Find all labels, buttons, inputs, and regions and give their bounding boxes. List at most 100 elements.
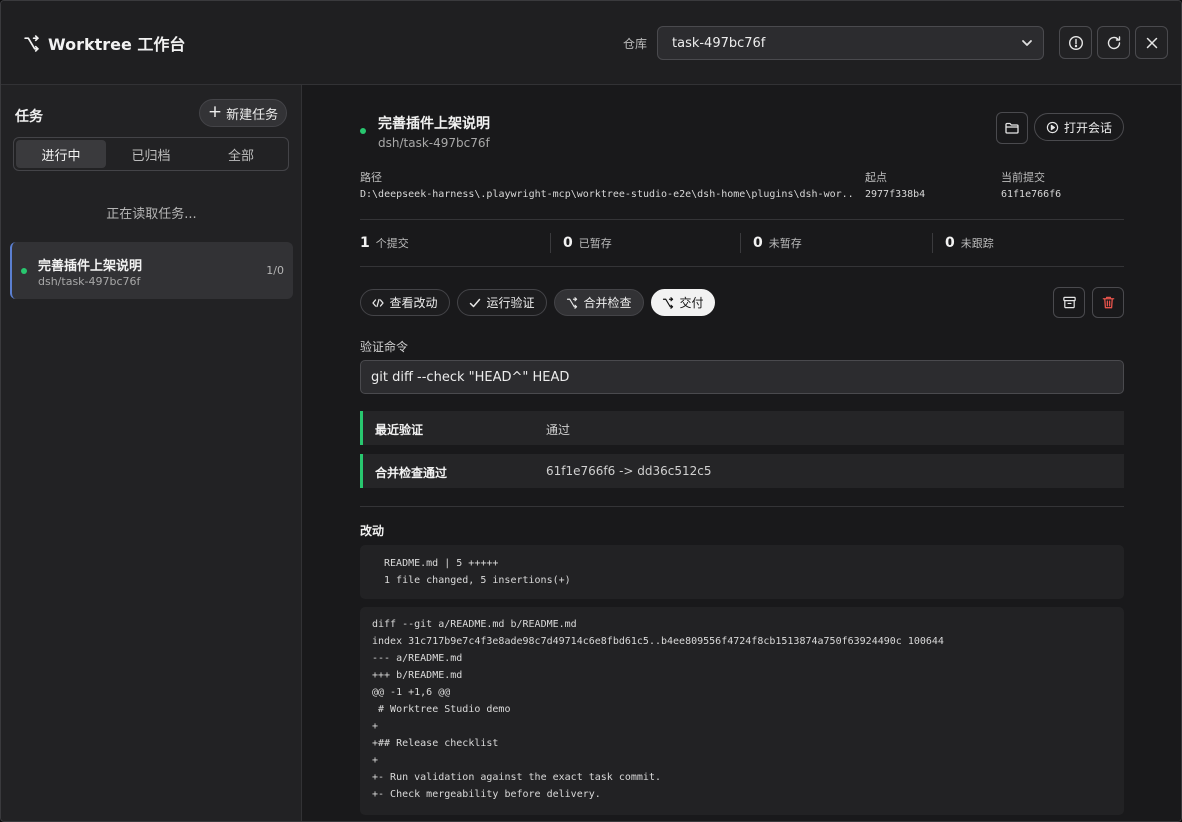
new-task-label: 新建任务 xyxy=(226,107,279,123)
origin-value: 2977f338b4 xyxy=(865,189,926,200)
diff-line: +- Run validation against the exact task… xyxy=(372,772,661,783)
diff-line: --- a/README.md xyxy=(372,653,463,664)
tab-all[interactable]: 全部 xyxy=(196,140,286,168)
plus-icon: + xyxy=(207,101,223,122)
diff-line: +++ b/README.md xyxy=(372,670,463,681)
play-circle-icon xyxy=(1046,121,1059,133)
last-validation-row: 最近验证 通过 xyxy=(360,411,1124,445)
diff-stat-box: README.md | 5 +++++ 1 file changed, 5 in… xyxy=(360,545,1124,599)
view-changes-button[interactable]: 查看改动 xyxy=(360,289,450,316)
task-filter-tabs: 进行中 已归档 全部 xyxy=(13,137,289,171)
stat-separator xyxy=(932,233,933,253)
code-icon xyxy=(372,298,385,307)
run-validation-label: 运行验证 xyxy=(486,296,535,310)
folder-icon xyxy=(1005,122,1019,134)
task-list-item[interactable]: 完善插件上架说明 dsh/task-497bc76f 1/0 xyxy=(10,242,293,299)
stat-untracked: 0 未跟踪 xyxy=(945,235,994,255)
stat-label: 未跟踪 xyxy=(960,237,994,250)
close-icon xyxy=(1146,37,1157,48)
stat-label: 已暂存 xyxy=(578,237,612,250)
refresh-icon xyxy=(1107,35,1120,49)
refresh-button[interactable] xyxy=(1097,26,1130,59)
chevron-down-icon xyxy=(1022,40,1032,46)
stat-label: 未暂存 xyxy=(768,237,802,250)
diff-line: + xyxy=(372,721,379,732)
sidebar-title: 任务 xyxy=(15,109,43,125)
task-item-branch: dsh/task-497bc76f xyxy=(38,275,141,288)
merge-check-row: 合并检查通过 61f1e766f6 -> dd36c512c5 xyxy=(360,454,1124,488)
merge-check-label: 合并检查 xyxy=(583,296,632,310)
new-task-button[interactable]: + 新建任务 xyxy=(199,99,287,127)
branch-icon xyxy=(567,296,578,309)
validation-command-label: 验证命令 xyxy=(360,340,409,354)
path-value: D:\deepseek-harness\.playwright-mcp\work… xyxy=(360,189,852,200)
path-label: 路径 xyxy=(360,171,382,184)
tab-in-progress[interactable]: 进行中 xyxy=(16,140,106,168)
stat-number: 0 xyxy=(945,235,955,251)
open-session-button[interactable]: 打开会话 xyxy=(1034,113,1124,141)
result-value: 61f1e766f6 -> dd36c512c5 xyxy=(546,464,712,478)
deliver-button[interactable]: 交付 xyxy=(651,289,715,316)
task-detail-panel: 完善插件上架说明 dsh/task-497bc76f 打开会话 路径 D:\de… xyxy=(302,85,1181,821)
close-button[interactable] xyxy=(1135,26,1168,59)
loading-text: 正在读取任务... xyxy=(106,207,197,222)
open-session-label: 打开会话 xyxy=(1063,120,1112,135)
current-commit-value: 61f1e766f6 xyxy=(1001,189,1062,200)
status-dot xyxy=(360,128,366,134)
repo-label: 仓库 xyxy=(623,37,648,51)
stat-label: 个提交 xyxy=(375,237,409,250)
repo-select-value: task-497bc76f xyxy=(672,35,766,51)
diff-line: diff --git a/README.md b/README.md xyxy=(372,619,577,630)
archive-icon xyxy=(1062,296,1076,309)
validation-command-input[interactable]: git diff --check "HEAD^" HEAD xyxy=(360,360,1124,394)
repo-select[interactable]: task-497bc76f xyxy=(657,26,1044,60)
run-validation-button[interactable]: 运行验证 xyxy=(457,289,547,316)
diff-line: index 31c717b9e7c4f3e8ade98c7d49714c6e8f… xyxy=(372,636,944,647)
stat-number: 0 xyxy=(753,235,763,251)
divider xyxy=(360,506,1124,507)
app-title: Worktree 工作台 xyxy=(48,35,186,54)
open-folder-button[interactable] xyxy=(996,112,1028,144)
stat-separator xyxy=(740,233,741,253)
result-value: 通过 xyxy=(546,423,571,437)
app-header: Worktree 工作台 仓库 task-497bc76f xyxy=(1,1,1181,85)
divider xyxy=(360,266,1124,267)
task-branch: dsh/task-497bc76f xyxy=(378,136,490,150)
diff-line: # Worktree Studio demo xyxy=(372,704,511,715)
stat-staged: 0 已暂存 xyxy=(563,235,612,255)
tab-archived[interactable]: 已归档 xyxy=(106,140,196,168)
stat-commits: 1 个提交 xyxy=(360,235,409,255)
task-item-count: 1/0 xyxy=(266,264,284,277)
divider xyxy=(360,219,1124,220)
stat-number: 1 xyxy=(360,235,370,251)
result-key: 合并检查通过 xyxy=(375,466,448,480)
worktree-studio-window: Worktree 工作台 仓库 task-497bc76f 任务 + 新建任务 … xyxy=(0,0,1182,822)
diff-stat-line: 1 file changed, 5 insertions(+) xyxy=(378,575,571,586)
diff-box: diff --git a/README.md b/README.md index… xyxy=(360,607,1124,815)
status-dot xyxy=(21,268,27,274)
current-commit-label: 当前提交 xyxy=(1001,171,1045,184)
trash-icon xyxy=(1102,296,1114,309)
origin-label: 起点 xyxy=(865,171,887,184)
delete-button[interactable] xyxy=(1092,287,1124,318)
task-sidebar: 任务 + 新建任务 进行中 已归档 全部 正在读取任务... 完善插件上架说明 … xyxy=(1,85,302,821)
stat-unstaged: 0 未暂存 xyxy=(753,235,802,255)
diff-line: + xyxy=(372,755,379,766)
branch-icon xyxy=(24,34,39,52)
diff-line: +- Check mergeability before delivery. xyxy=(372,789,601,800)
result-key: 最近验证 xyxy=(375,423,424,437)
view-changes-label: 查看改动 xyxy=(389,296,438,310)
changes-title: 改动 xyxy=(360,524,385,538)
diff-line: +## Release checklist xyxy=(372,738,499,749)
stat-number: 0 xyxy=(563,235,573,251)
info-icon xyxy=(1068,35,1083,50)
stat-separator xyxy=(550,233,551,253)
app-brand: Worktree 工作台 xyxy=(23,31,185,55)
archive-button[interactable] xyxy=(1053,287,1085,318)
merge-check-button[interactable]: 合并检查 xyxy=(554,289,644,316)
diff-line: @@ -1 +1,6 @@ xyxy=(372,687,451,698)
validation-command-value: git diff --check "HEAD^" HEAD xyxy=(371,369,570,385)
info-button[interactable] xyxy=(1059,26,1092,59)
diff-stat-line: README.md | 5 +++++ xyxy=(378,558,499,569)
deliver-label: 交付 xyxy=(679,296,704,310)
